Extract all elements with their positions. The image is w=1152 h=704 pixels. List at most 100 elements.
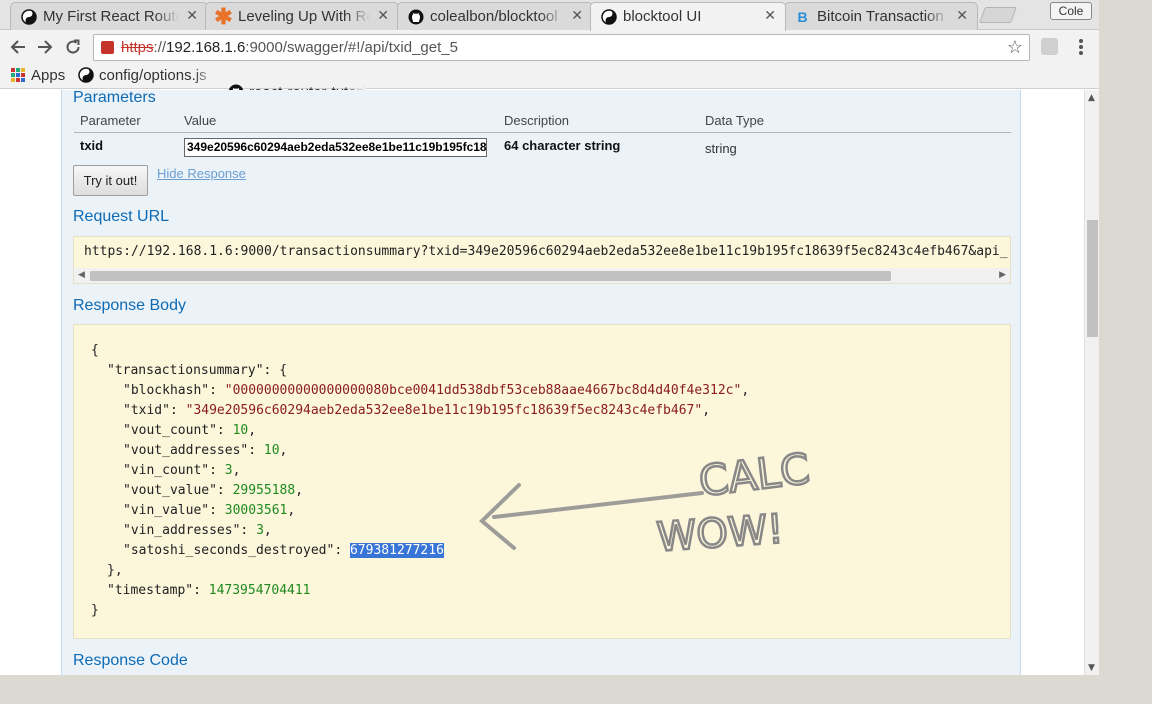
- tab-title: Leveling Up With React: [238, 8, 370, 25]
- json-value: "00000000000000000080bce0041dd538dbf53ce…: [224, 383, 742, 398]
- yin-yang-icon: [20, 8, 37, 25]
- apps-grid-icon: [10, 67, 26, 83]
- reload-button[interactable]: [62, 36, 84, 58]
- json-value: 10: [232, 423, 249, 438]
- json-value: 10: [263, 443, 280, 458]
- forward-button[interactable]: [34, 36, 56, 58]
- tab-title: colealbon/blocktool: [430, 8, 564, 25]
- tab-leveling-up[interactable]: ✱ Leveling Up With React ✕: [205, 2, 399, 30]
- json-field: "blockhash": "00000000000000000080bce004…: [123, 383, 750, 398]
- bookmark-config-options[interactable]: config/options.js: [78, 67, 216, 84]
- try-it-out-button[interactable]: Try it out!: [73, 165, 148, 196]
- close-icon[interactable]: ✕: [186, 7, 198, 24]
- annotation-wow: WOW!: [655, 506, 785, 561]
- asterisk-icon: ✱: [214, 3, 233, 29]
- json-value: 30003561: [224, 503, 288, 518]
- bookmark-apps[interactable]: Apps: [10, 67, 65, 84]
- close-icon[interactable]: ✕: [377, 7, 389, 24]
- json-field: "vin_value": 30003561,: [123, 503, 296, 518]
- scroll-down-icon[interactable]: ▼: [1088, 663, 1095, 673]
- back-button[interactable]: [7, 36, 29, 58]
- yin-yang-icon: [78, 67, 94, 83]
- timestamp-value: 1473954704411: [208, 583, 311, 598]
- profile-button[interactable]: Cole: [1050, 2, 1092, 20]
- json-key: "txid": [123, 403, 170, 418]
- bitcoin-icon: B: [797, 8, 808, 25]
- close-icon[interactable]: ✕: [956, 7, 968, 24]
- scroll-right-icon[interactable]: ▶: [999, 270, 1006, 280]
- new-tab-button[interactable]: [979, 7, 1017, 23]
- response-body-box: { "transactionsummary": { "blockhash": "…: [73, 324, 1011, 639]
- close-icon[interactable]: ✕: [764, 7, 776, 24]
- param-type: string: [705, 140, 737, 156]
- tab-bitcoin-transaction[interactable]: B Bitcoin Transaction ✕: [784, 2, 978, 30]
- json-key: "satoshi_seconds_destroyed": [123, 543, 335, 558]
- scroll-up-icon[interactable]: ▲: [1088, 93, 1095, 103]
- yin-yang-icon: [600, 8, 617, 25]
- json-key: "vout_value": [123, 483, 217, 498]
- bookmark-label: config/options.js: [99, 67, 207, 84]
- json-field: "vin_count": 3,: [123, 463, 241, 478]
- address-bar[interactable]: https://192.168.1.6:9000/swagger/#!/api/…: [93, 34, 1030, 61]
- tab-colealbon-blocktool[interactable]: colealbon/blocktool ✕: [397, 2, 593, 30]
- tab-strip: My First React Router ✕ ✱ Leveling Up Wi…: [0, 0, 1099, 31]
- parameters-heading: Parameters: [73, 90, 156, 106]
- response-body-heading: Response Body: [73, 297, 186, 314]
- param-description: 64 character string: [504, 137, 621, 153]
- request-url-heading: Request URL: [73, 208, 170, 225]
- json-value: 29955188: [232, 483, 296, 498]
- json-key: "vout_addresses": [123, 443, 249, 458]
- json-field: "vout_value": 29955188,: [123, 483, 304, 498]
- reload-icon: [66, 39, 80, 54]
- menu-icon[interactable]: [1075, 37, 1087, 57]
- json-field: "vin_addresses": 3,: [123, 523, 272, 538]
- vertical-scrollbar[interactable]: ▲ ▼: [1084, 90, 1099, 675]
- json-field: "vout_count": 10,: [123, 423, 257, 438]
- handwritten-annotation: CALC WOW!: [479, 445, 813, 562]
- extension-icon[interactable]: [1041, 38, 1058, 55]
- tab-my-first-react-router[interactable]: My First React Router ✕: [10, 2, 208, 30]
- json-key: "blockhash": [123, 383, 210, 398]
- param-name: txid: [80, 137, 104, 153]
- star-icon[interactable]: ☆: [1007, 37, 1023, 58]
- bookmarks-bar: Apps config/options.js react-router-tuto…: [0, 64, 1099, 101]
- json-field: "satoshi_seconds_destroyed": 67938127721…: [123, 543, 444, 558]
- json-line: "timestamp": 1473954704411: [107, 583, 311, 598]
- insecure-lock-icon: [101, 41, 114, 54]
- bookmark-label: Apps: [31, 67, 66, 84]
- parameters-table: Parameter Value Description Data Type tx…: [74, 112, 1011, 162]
- arrow-left-icon: [10, 40, 25, 54]
- request-url-text: https://192.168.1.6:9000/transactionsumm…: [84, 244, 1008, 259]
- scrollbar-thumb[interactable]: [1087, 220, 1098, 337]
- github-icon: [407, 8, 424, 25]
- json-value: 3: [256, 523, 264, 538]
- address-url: https://192.168.1.6:9000/swagger/#!/api/…: [121, 39, 458, 56]
- json-key: "vout_count": [123, 423, 217, 438]
- json-value: "349e20596c60294aeb2eda532ee8e1be11c19b1…: [185, 403, 703, 418]
- json-key: "vin_addresses": [123, 523, 241, 538]
- json-field: "vout_addresses": 10,: [123, 443, 288, 458]
- arrow-right-icon: [38, 40, 53, 54]
- tab-blocktool-ui[interactable]: blocktool UI ✕: [590, 2, 786, 31]
- scrollbar-thumb[interactable]: [90, 271, 891, 281]
- column-header: Data Type: [699, 112, 1011, 133]
- browser-toolbar: https://192.168.1.6:9000/swagger/#!/api/…: [0, 30, 1099, 64]
- json-brace: {: [91, 343, 99, 358]
- operation-panel: Parameters Parameter Value Description D…: [61, 90, 1021, 675]
- scroll-left-icon[interactable]: ◀: [78, 270, 85, 280]
- column-header: Description: [498, 112, 699, 133]
- json-key: "vin_count": [123, 463, 210, 478]
- json-brace: },: [107, 563, 123, 578]
- close-icon[interactable]: ✕: [571, 7, 583, 24]
- txid-input[interactable]: 349e20596c60294aeb2eda532ee8e1be11c19b19…: [184, 137, 487, 157]
- request-url-box: https://192.168.1.6:9000/transactionsumm…: [73, 236, 1011, 284]
- json-key: "vin_value": [123, 503, 210, 518]
- json-value: 3: [224, 463, 233, 478]
- horizontal-scrollbar[interactable]: ◀ ▶: [74, 268, 1010, 283]
- json-brace: }: [91, 603, 99, 618]
- column-header: Parameter: [74, 112, 178, 133]
- json-value: 679381277216: [349, 543, 444, 558]
- json-line: "transactionsummary": {: [107, 363, 288, 378]
- tab-title: My First React Router: [43, 8, 179, 25]
- hide-response-link[interactable]: Hide Response: [157, 166, 246, 181]
